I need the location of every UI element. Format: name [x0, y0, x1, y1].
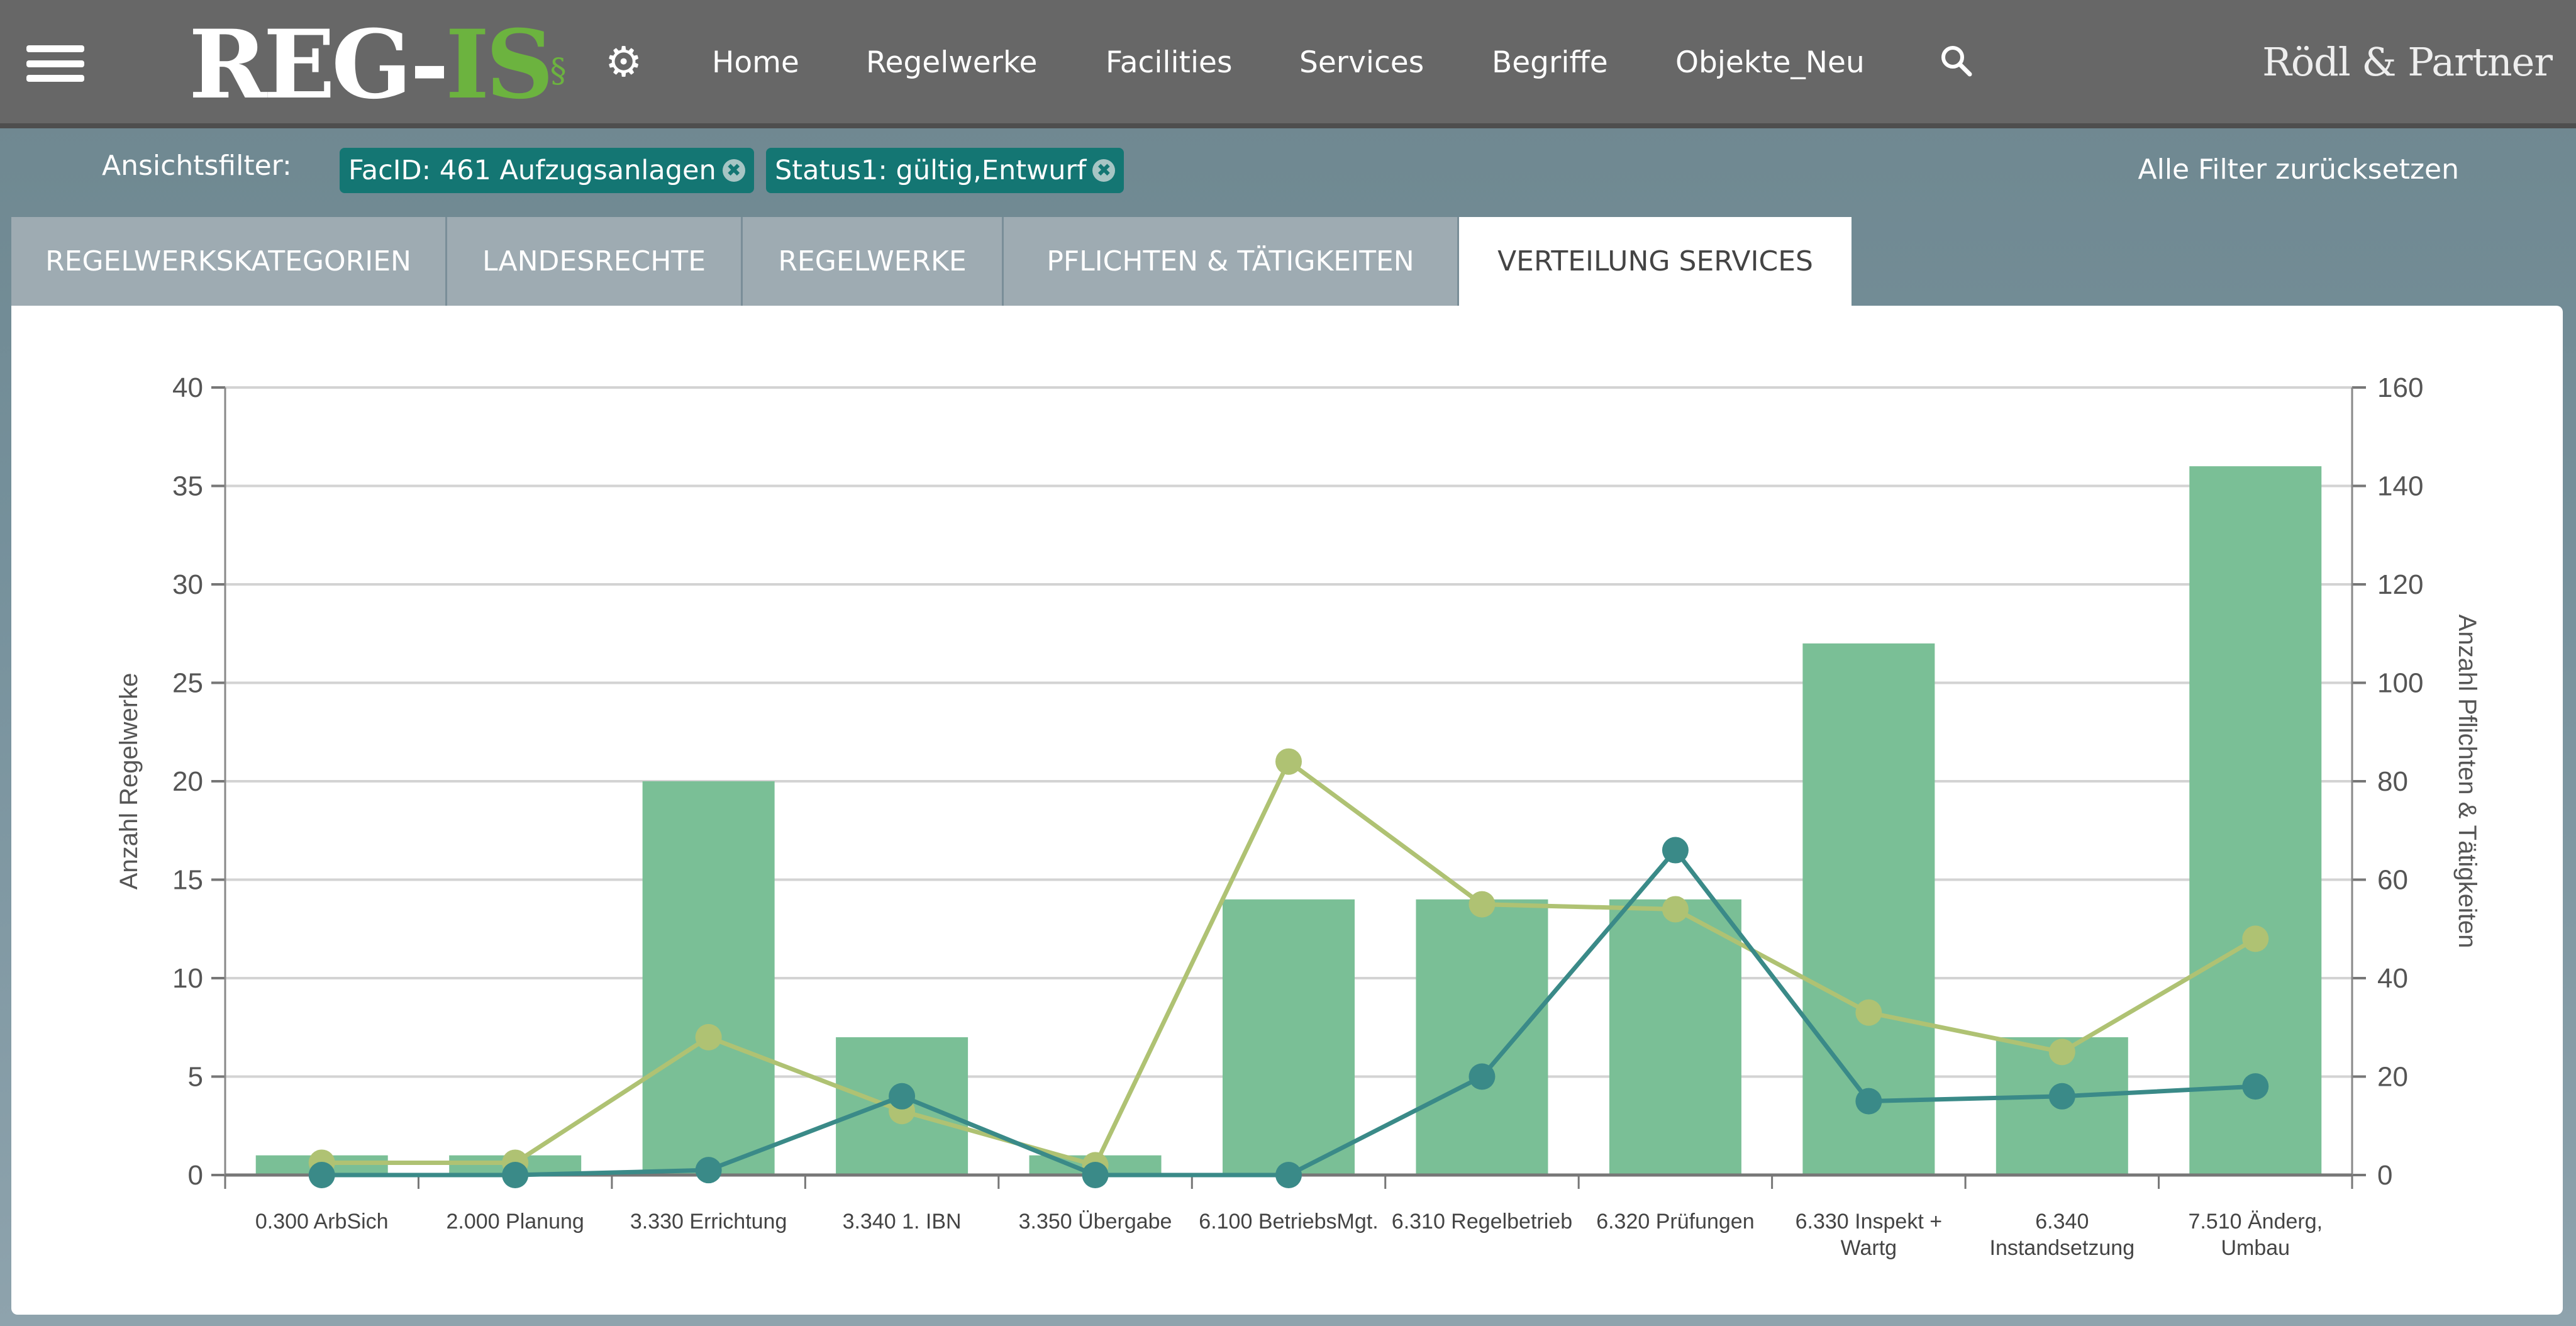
- tab-pflichten-taetigkeiten[interactable]: PFLICHTEN & TÄTIGKEITEN: [1004, 217, 1459, 306]
- bar: [1223, 899, 1355, 1175]
- x-tick-label: 3.340 1. IBN: [843, 1210, 962, 1234]
- x-tick-label: 6.310 Regelbetrieb: [1392, 1210, 1572, 1234]
- y-tick-label-right: 0: [2377, 1160, 2392, 1191]
- x-tick-label: 6.340: [2035, 1210, 2089, 1234]
- x-tick-label: Instandsetzung: [1990, 1236, 2135, 1260]
- y-tick-label-left: 25: [172, 668, 203, 699]
- data-point: [2242, 1073, 2269, 1100]
- search-icon[interactable]: [1937, 42, 1975, 79]
- y-tick-label-left: 35: [172, 471, 203, 502]
- data-point: [2048, 1083, 2075, 1110]
- bar: [642, 781, 775, 1175]
- x-tick-label: 6.100 BetriebsMgt.: [1199, 1210, 1378, 1234]
- x-tick-label: 3.350 Übergabe: [1019, 1210, 1172, 1234]
- y-tick-label-right: 160: [2377, 372, 2423, 403]
- data-point: [1662, 896, 1689, 923]
- data-point: [1468, 1063, 1496, 1090]
- filter-chip-facid[interactable]: FacID: 461 Aufzugsanlagen ✖: [340, 148, 754, 193]
- data-point: [1082, 1162, 1109, 1188]
- chip-label: FacID: 461 Aufzugsanlagen: [348, 155, 716, 186]
- data-point: [502, 1162, 529, 1188]
- reset-filters-link[interactable]: Alle Filter zurücksetzen: [2138, 153, 2460, 186]
- y-tick-label-left: 10: [172, 963, 203, 994]
- data-point: [1855, 999, 1882, 1026]
- x-tick-label: 6.320 Prüfungen: [1596, 1210, 1754, 1234]
- hamburger-icon[interactable]: [26, 45, 84, 82]
- data-point: [2242, 925, 2269, 952]
- tab-verteilung-services[interactable]: VERTEILUNG SERVICES: [1459, 217, 1852, 306]
- tab-regelwerkskategorien[interactable]: REGELWERKSKATEGORIEN: [11, 217, 447, 306]
- x-tick-label: Umbau: [2221, 1236, 2290, 1260]
- nav-home[interactable]: Home: [712, 44, 799, 82]
- y-tick-label-left: 40: [172, 372, 203, 403]
- nav-objekte-neu[interactable]: Objekte_Neu: [1675, 44, 1865, 82]
- data-point: [889, 1083, 916, 1110]
- gear-icon[interactable]: ⚙: [605, 42, 642, 83]
- y-tick-label-right: 60: [2377, 865, 2408, 896]
- remove-filter-icon[interactable]: ✖: [1092, 159, 1116, 182]
- y-tick-label-right: 20: [2377, 1062, 2408, 1093]
- y-tick-label-right: 100: [2377, 668, 2423, 699]
- data-point: [1468, 891, 1496, 918]
- nav-begriffe[interactable]: Begriffe: [1492, 44, 1608, 82]
- bar: [2189, 466, 2322, 1176]
- y-tick-label-left: 30: [172, 569, 203, 600]
- x-tick-label: Wartg: [1841, 1236, 1897, 1260]
- nav-facilities[interactable]: Facilities: [1106, 44, 1232, 82]
- y-tick-label-left: 5: [188, 1062, 203, 1093]
- data-point: [695, 1157, 722, 1184]
- data-point: [308, 1162, 335, 1188]
- y-tick-label-left: 20: [172, 766, 203, 797]
- chip-label: Status1: gültig,Entwurf: [775, 155, 1087, 186]
- data-point: [1662, 837, 1689, 864]
- data-point: [2048, 1039, 2075, 1066]
- brand-logo: Rödl & Partner: [2262, 39, 2553, 85]
- chart-panel: 0 5 10 15 20 25 30 35 40 0 20 40 60 80 100 120 140 160 Anz…: [11, 306, 2563, 1315]
- y-tick-label-left: 0: [188, 1160, 203, 1191]
- filter-chip-status[interactable]: Status1: gültig,Entwurf ✖: [766, 148, 1124, 193]
- filter-label: Ansichtsfilter:: [102, 150, 292, 182]
- x-tick-label: 0.300 ArbSich: [255, 1210, 389, 1234]
- y-tick-label-right: 40: [2377, 963, 2408, 994]
- data-point: [1275, 748, 1302, 775]
- chart: 0 5 10 15 20 25 30 35 40 0 20 40 60 80 100 120 140 160 Anz…: [115, 372, 2481, 1260]
- data-point: [1855, 1088, 1882, 1115]
- nav-services[interactable]: Services: [1299, 44, 1424, 82]
- x-tick-label: 2.000 Planung: [447, 1210, 584, 1234]
- y-axis-title-left: Anzahl Regelwerke: [115, 673, 143, 890]
- y-tick-label-right: 80: [2377, 766, 2408, 797]
- bar: [1416, 899, 1548, 1175]
- tab-landesrechte[interactable]: LANDESRECHTE: [447, 217, 743, 306]
- y-tick-label-right: 120: [2377, 569, 2423, 600]
- nav-regelwerke[interactable]: Regelwerke: [866, 44, 1037, 82]
- y-tick-label-left: 15: [172, 865, 203, 896]
- tab-regelwerke[interactable]: REGELWERKE: [743, 217, 1004, 306]
- y-axis-title-right: Anzahl Pflichten & Tätigkeiten: [2453, 615, 2481, 949]
- y-tick-label-right: 140: [2377, 471, 2423, 502]
- logo[interactable]: REG-IS§: [189, 11, 567, 118]
- x-tick-label: 7.510 Änderg,: [2188, 1210, 2323, 1234]
- bar: [1609, 899, 1741, 1175]
- x-tick-label: 6.330 Inspekt +: [1796, 1210, 1942, 1234]
- data-point: [1275, 1162, 1302, 1188]
- data-point: [695, 1023, 722, 1050]
- x-tick-label: 3.330 Errichtung: [630, 1210, 787, 1234]
- remove-filter-icon[interactable]: ✖: [722, 159, 745, 182]
- top-navbar: REG-IS§ ⚙ Home Regelwerke Facilities Ser…: [0, 0, 2576, 128]
